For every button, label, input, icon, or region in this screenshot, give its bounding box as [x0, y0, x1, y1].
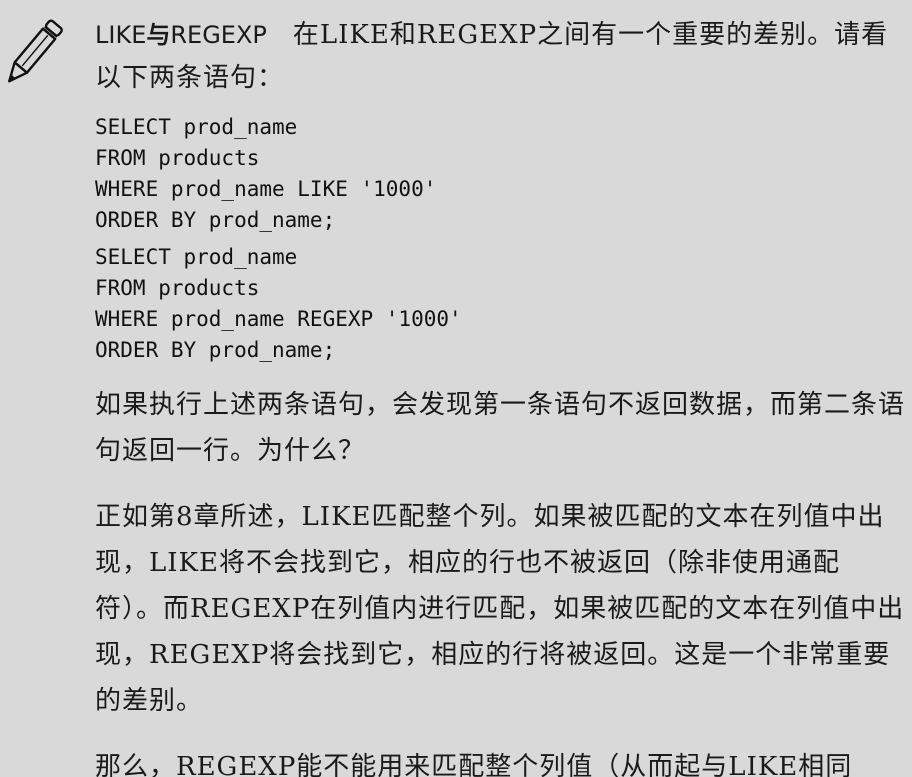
code-line: SELECT prod_name [95, 115, 298, 139]
code-block-like: SELECT prod_name FROM products WHERE prod_… [95, 112, 907, 236]
pencil-icon [8, 19, 63, 83]
code-block-regexp: SELECT prod_name FROM products WHERE prod_… [95, 242, 907, 366]
code-line: FROM products [95, 146, 260, 170]
code-line: ORDER BY prod_name; [95, 338, 336, 362]
code-line: WHERE prod_name REGEXP '1000' [95, 307, 462, 331]
code-line: FROM products [95, 276, 260, 300]
note-intro: LIKE与REGEXP 在LIKE和REGEXP之间有一个重要的差别。请看以下两条… [95, 14, 907, 100]
paragraph-continuation: 那么，REGEXP能不能用来匹配整个列值（从而起与LIKE相同 [95, 752, 853, 777]
note-content: LIKE与REGEXP 在LIKE和REGEXP之间有一个重要的差别。请看以下两条… [95, 14, 907, 777]
code-line: WHERE prod_name LIKE '1000' [95, 177, 437, 201]
code-line: SELECT prod_name [95, 245, 298, 269]
code-line: ORDER BY prod_name; [95, 208, 336, 232]
paragraph-question: 如果执行上述两条语句，会发现第一条语句不返回数据，而第二条语句返回一行。为什么？ [95, 390, 906, 466]
paragraph-explanation: 正如第8章所述，LIKE匹配整个列。如果被匹配的文本在列值中出现，LIKE将不会… [95, 502, 905, 716]
book-page: LIKE与REGEXP 在LIKE和REGEXP之间有一个重要的差别。请看以下两条… [0, 0, 912, 777]
note-title: LIKE与REGEXP [95, 21, 267, 49]
